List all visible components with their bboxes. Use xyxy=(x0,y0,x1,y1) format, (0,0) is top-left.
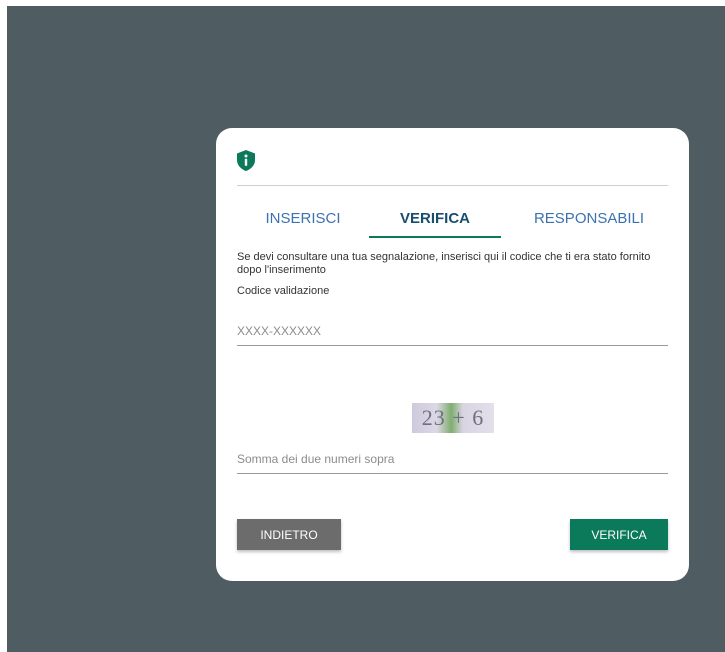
active-tab-indicator xyxy=(369,236,501,238)
verification-dialog: INSERISCI VERIFICA RESPONSABILI Se devi … xyxy=(216,128,689,581)
captcha-sum-input[interactable] xyxy=(237,444,668,474)
validation-code-input[interactable] xyxy=(237,316,668,346)
tab-bar: INSERISCI VERIFICA RESPONSABILI xyxy=(237,198,668,238)
back-button[interactable]: INDIETRO xyxy=(237,519,341,550)
header-divider xyxy=(237,185,668,186)
tab-inserisci[interactable]: INSERISCI xyxy=(237,198,369,238)
captcha-image: 23 + 6 xyxy=(412,403,494,433)
intro-text: Se devi consultare una tua segnalazione,… xyxy=(237,251,651,276)
shield-info-icon xyxy=(237,150,255,171)
verify-button[interactable]: VERIFICA xyxy=(570,519,668,550)
tab-responsabili[interactable]: RESPONSABILI xyxy=(519,198,659,238)
validation-code-label: Codice validazione xyxy=(237,285,330,297)
tab-verifica[interactable]: VERIFICA xyxy=(369,198,501,238)
